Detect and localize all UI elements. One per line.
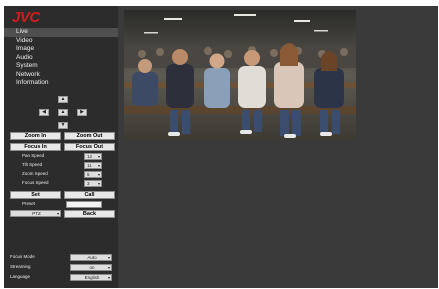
zoom-speed-value: 5 [87,172,90,177]
back-button[interactable]: Back [64,210,115,218]
language-label: Language [10,274,31,279]
chevron-down-icon: ▾ [107,275,110,280]
sidebar: JVC Live Video Image Audio System Networ… [4,6,118,288]
chevron-down-icon: ▾ [97,172,100,177]
main-menu: Live Video Image Audio System Network In… [4,28,118,88]
lecture-hall-image [124,10,356,140]
live-video-feed [124,10,356,140]
app-window: JVC Live Video Image Audio System Networ… [4,6,438,288]
mode-select[interactable]: PTZ ▾ [10,210,61,217]
focus-in-button[interactable]: Focus In [10,143,61,151]
zoom-in-button[interactable]: Zoom In [10,132,61,140]
focus-speed-value: 3 [87,181,90,186]
jvc-logo: JVC [12,9,40,26]
streaming-label: Streaming [10,264,31,269]
chevron-down-icon: ▾ [97,154,100,159]
chevron-down-icon: ▾ [107,255,110,260]
zoom-speed-label: Zoom Speed [22,171,48,176]
menu-item-information[interactable]: Information [4,79,118,88]
focus-mode-value: Auto [87,255,97,260]
pan-speed-value: 12 [87,154,93,159]
tilt-speed-value: 11 [87,163,92,168]
pan-left-button[interactable]: ◀ [39,109,49,116]
language-select[interactable]: English ▾ [70,274,112,281]
pan-right-button[interactable]: ▶ [77,109,87,116]
streaming-value: on [89,265,95,270]
language-value: English [84,275,100,280]
chevron-down-icon: ▾ [107,265,110,270]
chevron-down-icon: ▾ [97,181,100,186]
menu-item-system[interactable]: System [4,62,118,71]
menu-item-video[interactable]: Video [4,37,118,46]
menu-item-audio[interactable]: Audio [4,54,118,63]
focus-speed-label: Focus Speed [22,180,49,185]
menu-item-image[interactable]: Image [4,45,118,54]
tilt-speed-select[interactable]: 11 ▾ [84,162,102,169]
zoom-out-button[interactable]: Zoom Out [64,132,115,140]
pan-speed-select[interactable]: 12 ▾ [84,153,102,160]
chevron-down-icon: ▾ [97,163,100,168]
pan-speed-label: Pan Speed [22,153,45,158]
menu-item-network[interactable]: Network [4,71,118,80]
focus-speed-select[interactable]: 3 ▾ [84,180,102,187]
content-area [118,6,438,288]
tilt-speed-label: Tilt Speed [22,162,43,167]
call-preset-button[interactable]: Call [64,191,115,199]
menu-item-live[interactable]: Live [4,28,118,37]
chevron-down-icon: ▾ [56,211,59,216]
mode-value: PTZ [32,211,41,216]
preset-input[interactable] [66,201,102,208]
preset-label: Preset [22,201,36,206]
pan-up-button[interactable]: ▲ [58,96,68,103]
pan-down-button[interactable]: ▼ [58,122,68,129]
focus-out-button[interactable]: Focus Out [64,143,115,151]
streaming-select[interactable]: on ▾ [70,264,112,271]
focus-mode-label: Focus Mode [10,254,35,259]
focus-mode-select[interactable]: Auto ▾ [70,254,112,261]
zoom-speed-select[interactable]: 5 ▾ [84,171,102,178]
home-button[interactable]: ▲ [58,109,68,116]
set-preset-button[interactable]: Set [10,191,61,199]
